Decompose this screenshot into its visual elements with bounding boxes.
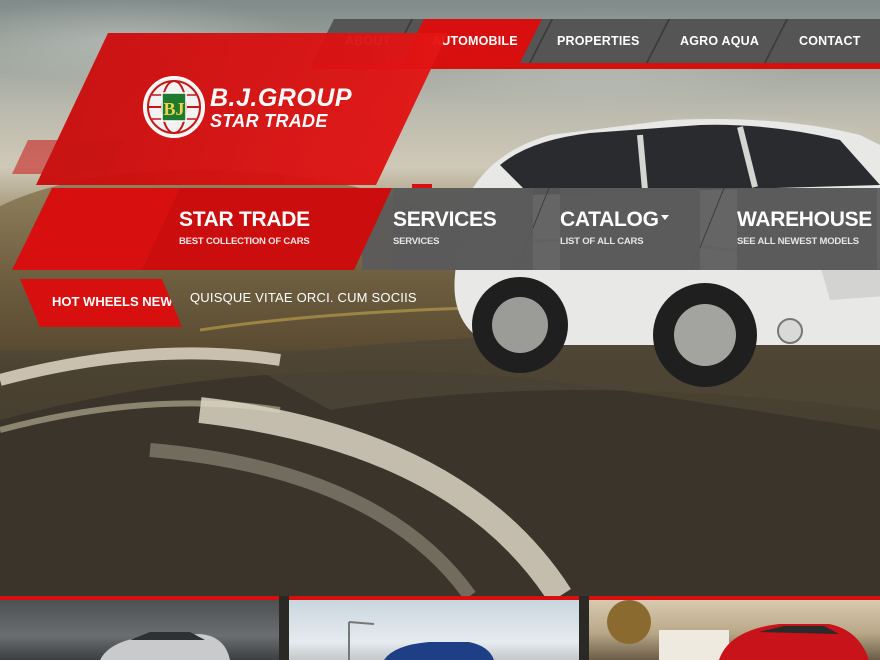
logo-panel-accent <box>12 140 124 174</box>
menu-item-title: SERVICES <box>393 208 497 231</box>
menu-item-catalog[interactable]: CATALOG LIST OF ALL CARS <box>560 188 700 270</box>
nav-link-automobile[interactable]: AUTOMOBILE <box>432 19 518 63</box>
blue-car-image <box>348 621 494 660</box>
news-label-badge: HOT WHEELS NEWS <box>20 279 182 327</box>
thumbnail-blue-car[interactable] <box>289 596 579 660</box>
category-menu: STAR TRADE BEST COLLECTION OF CARS SERVI… <box>12 184 880 270</box>
logo-title: B.J.GROUP <box>210 84 353 112</box>
red-suv-image <box>607 600 869 660</box>
menu-item-title: STAR TRADE <box>179 208 310 231</box>
menu-item-services[interactable]: SERVICES SERVICES <box>393 188 533 270</box>
menu-item-title: WAREHOUSE <box>737 208 872 231</box>
dropdown-caret-icon <box>660 214 669 220</box>
logo-monogram: BJ <box>163 99 184 119</box>
menu-item-star-trade[interactable]: STAR TRADE BEST COLLECTION OF CARS <box>179 188 349 270</box>
menu-item-title-wrap: CATALOG <box>560 208 669 232</box>
menu-item-subtitle: SEE ALL NEWEST MODELS <box>737 236 859 247</box>
thumbnail-silver-sedan[interactable] <box>0 596 279 660</box>
nav-link-properties[interactable]: PROPERTIES <box>557 19 640 63</box>
silver-sedan-image <box>100 632 230 660</box>
menu-item-warehouse[interactable]: WAREHOUSE SEE ALL NEWEST MODELS <box>737 188 877 270</box>
menu-item-subtitle: BEST COLLECTION OF CARS <box>179 236 310 247</box>
menu-item-subtitle: LIST OF ALL CARS <box>560 236 644 247</box>
thumbnail-red-suv[interactable] <box>589 596 880 660</box>
news-label: HOT WHEELS NEWS <box>52 294 182 309</box>
menu-item-title: CATALOG <box>560 208 659 231</box>
nav-link-agro-aqua[interactable]: AGRO AQUA <box>680 19 759 63</box>
news-headline-link[interactable]: QUISQUE VITAE ORCI. CUM SOCIIS <box>190 290 417 305</box>
logo-subtitle: STAR TRADE <box>210 111 328 131</box>
nav-link-contact[interactable]: CONTACT <box>799 19 861 63</box>
menu-item-subtitle: SERVICES <box>393 236 440 247</box>
globe-logo-icon: BJ <box>143 76 205 138</box>
